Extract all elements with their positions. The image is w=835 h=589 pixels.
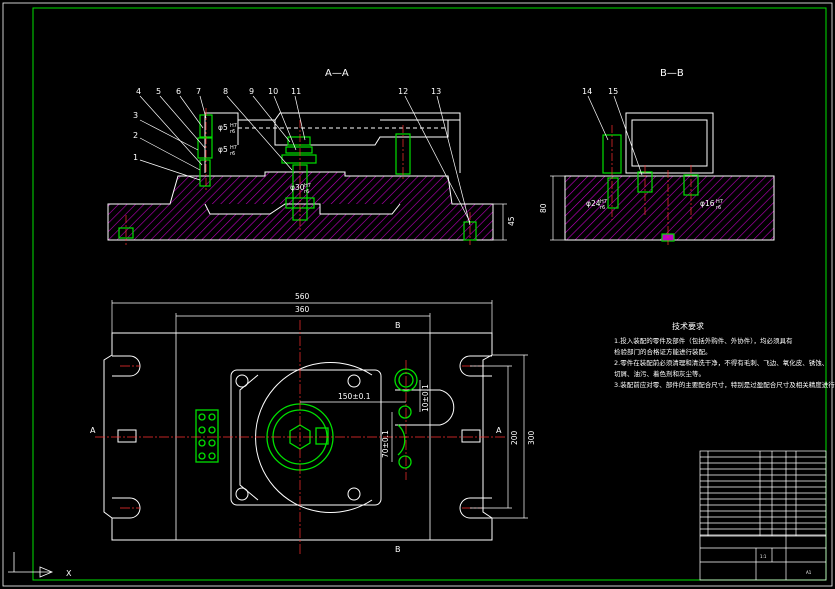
dim-10: 10±0.1 [421,384,430,412]
base-bb-hatch [564,175,775,241]
notes-title: 技术要求 [672,321,704,331]
note-line-3: 2.零件在装配前必须清理和清洗干净，不得有毛刺、飞边、氧化皮、锈蚀、 [614,358,828,367]
dim-300: 300 [527,430,536,445]
marker-a-left: A [90,426,96,435]
part-12: 12 [398,87,408,96]
note-line-1: 1.投入装配的零件及部件（包括外购件、外协件），均必须具有 [614,336,793,345]
fit-r6-b: r6 [230,151,235,157]
marker-a-right: A [496,426,502,435]
dim-phi5-b: φ5 [218,145,228,154]
part-7: 7 [196,87,201,96]
dim-phi24: φ24 [586,199,601,208]
dim-phi16: φ16 [700,199,715,208]
part-2: 2 [133,131,138,140]
part-5: 5 [156,87,161,96]
dim-560: 560 [295,292,310,301]
part-11: 11 [291,87,301,96]
section-bb-label: B—B [660,68,684,79]
fit-r6-e: r6 [716,205,721,211]
dim-phi5-a: φ5 [218,123,228,132]
technical-notes: 技术要求 1.投入装配的零件及部件（包括外购件、外协件），均必须具有 检验部门的… [614,321,835,389]
part-1: 1 [133,153,138,162]
dim-phi30: φ30 [290,183,305,192]
title-block [699,450,827,581]
part-15: 15 [608,87,618,96]
plan-view: 560 360 300 200 150±0.1 70±0.1 10±0.1 A … [90,292,536,555]
note-line-5: 3.装配前应对零、部件的主要配合尺寸，特别是过盈配合尺寸及相关精度进行复查。 [614,380,835,389]
dim-70: 70±0.1 [381,430,390,458]
part-9: 9 [249,87,254,96]
part-14: 14 [582,87,592,96]
note-line-2: 检验部门的合格证方能进行装配。 [614,347,712,356]
dim-200: 200 [510,430,519,445]
dim-150: 150±0.1 [338,392,371,401]
marker-b-top: B [395,321,401,330]
part-10: 10 [268,87,278,96]
part-13: 13 [431,87,441,96]
section-aa-label: A—A [325,68,349,79]
fit-r6-c: r6 [304,189,309,195]
ucs-x-label: X [66,569,72,578]
part-4: 4 [136,87,141,96]
part-3: 3 [133,111,138,120]
fit-r6-a: r6 [230,129,235,135]
title-block-sheet: A1 [806,570,812,575]
cad-drawing: A—A 1 2 3 4 5 6 7 8 9 10 11 12 13 φ5 H7 … [2,2,835,587]
section-bb-view: B—B 14 15 80 φ24 H7 r6 φ16 H7 r6 [539,68,775,245]
note-line-4: 切屑、油污、着色剂和灰尘等。 [614,369,705,378]
part-8: 8 [223,87,228,96]
title-block-scale: 1:1 [760,554,767,559]
dim-80: 80 [539,203,548,213]
marker-b-bottom: B [395,545,401,554]
dim-360: 360 [295,305,310,314]
fit-r6-d: r6 [600,205,605,211]
section-aa-view: A—A 1 2 3 4 5 6 7 8 9 10 11 12 13 φ5 H7 … [107,68,516,245]
part-6: 6 [176,87,181,96]
inner-frame [32,7,827,581]
dim-45: 45 [507,216,516,226]
ucs-icon [8,552,54,578]
